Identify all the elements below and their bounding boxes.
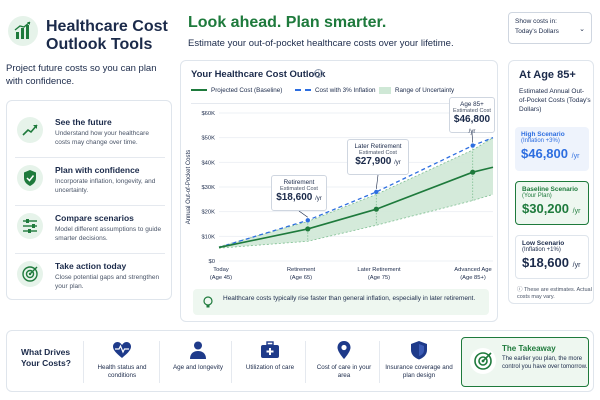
feature-title: See the future xyxy=(55,117,112,127)
lightbulb-icon xyxy=(203,296,213,308)
feature-item: See the future Understand how your healt… xyxy=(13,113,167,157)
chevron-down-icon: ⌄ xyxy=(579,26,585,33)
chart-note: Healthcare costs typically rise faster t… xyxy=(193,289,489,315)
person-icon xyxy=(190,341,206,359)
scenario-low[interactable]: Low Scenario (Inflation +1%) $18,600 /yr xyxy=(515,235,589,279)
cost-drivers-bar: What Drives Your Costs? Health status an… xyxy=(6,330,594,392)
callout-later-retirement: Later Retirement Estimated Cost $27,900 … xyxy=(347,139,409,175)
x-tick-label: Today xyxy=(213,267,229,273)
x-tick-sublabel: (Age 85+) xyxy=(460,275,486,281)
takeaway-title: The Takeaway xyxy=(502,344,556,353)
app-subtitle: Project future costs so you can plan wit… xyxy=(6,63,157,87)
baseline-point xyxy=(305,226,311,232)
feature-desc: Close potential gaps and strengthen your… xyxy=(55,274,160,290)
show-costs-dropdown[interactable]: Show costs in: Today's Dollars ⌄ xyxy=(508,12,592,44)
scenario-baseline[interactable]: Baseline Scenario (Your Plan) $30,200 /y… xyxy=(515,181,589,225)
feature-item: Plan with confidence Incorporate inflati… xyxy=(13,161,167,205)
feature-title: Plan with confidence xyxy=(55,165,140,175)
inflation-point xyxy=(374,189,379,195)
show-costs-label: Show costs in: xyxy=(515,18,557,25)
trend-up-icon xyxy=(17,117,43,143)
inflation-point xyxy=(305,218,310,223)
shield-check-icon xyxy=(17,165,43,191)
chart-card: Your Healthcare Cost Outlook i Projected… xyxy=(180,60,498,322)
feature-title: Compare scenarios xyxy=(55,213,134,223)
drivers-title: What Drives Your Costs? xyxy=(21,347,71,368)
medical-kit-icon xyxy=(261,341,279,358)
page-subheadline: Estimate your out-of-pocket healthcare c… xyxy=(188,38,454,49)
divider xyxy=(15,157,165,158)
inflation-point xyxy=(470,143,475,148)
feature-title: Take action today xyxy=(55,261,127,271)
target-icon xyxy=(470,348,496,374)
target-icon xyxy=(17,261,43,287)
page-headline: Look ahead. Plan smarter. xyxy=(188,14,387,31)
divider xyxy=(231,341,232,383)
x-tick-label: Later Retirement xyxy=(357,267,401,273)
x-tick-sublabel: (Age 65) xyxy=(290,275,312,281)
divider xyxy=(159,341,160,383)
location-icon xyxy=(337,341,351,359)
y-tick-label: $50K xyxy=(201,136,215,142)
y-tick-label: $0 xyxy=(209,259,215,265)
feature-desc: Incorporate inflation, longevity, and un… xyxy=(55,178,156,194)
app-title: Healthcare Cost Outlook Tools xyxy=(46,18,168,53)
shield-icon xyxy=(411,341,427,360)
y-tick-label: $10K xyxy=(201,234,215,240)
y-tick-label: $30K xyxy=(201,185,215,191)
driver-item: Age and longevity xyxy=(165,337,231,387)
scenario-high[interactable]: High Scenario (Inflation +3%) $46,800 /y… xyxy=(515,127,589,171)
takeaway-text: The earlier you plan, the more control y… xyxy=(502,356,588,370)
heart-pulse-icon xyxy=(113,342,131,358)
driver-item: Health status and conditions xyxy=(89,337,155,387)
x-tick-label: Retirement xyxy=(287,267,316,273)
y-axis-label: Annual Out-of-Pocket Costs xyxy=(186,150,192,224)
feature-desc: Model different assumptions to guide sma… xyxy=(55,226,162,242)
divider xyxy=(83,341,84,383)
bar-chart-icon xyxy=(8,16,38,46)
divider xyxy=(305,341,306,383)
divider xyxy=(15,253,165,254)
sliders-icon xyxy=(17,213,43,239)
driver-item: Insurance coverage and plan design xyxy=(381,337,457,387)
y-tick-label: $40K xyxy=(201,160,215,166)
driver-item: Utilization of care xyxy=(237,337,303,387)
feature-item: Compare scenarios Model different assump… xyxy=(13,209,167,253)
baseline-point xyxy=(373,206,379,212)
panel-subtitle: Estimated Annual Out-of-Pocket Costs (To… xyxy=(519,88,591,113)
brand: Healthcare Cost Outlook Tools xyxy=(6,8,176,58)
divider xyxy=(15,205,165,206)
y-tick-label: $20K xyxy=(201,210,215,216)
baseline-point xyxy=(470,169,476,175)
callout-retirement: Retirement Estimated Cost $18,600 /yr xyxy=(271,175,327,211)
divider xyxy=(379,341,380,383)
show-costs-value: Today's Dollars xyxy=(515,28,559,35)
panel-title: At Age 85+ xyxy=(519,69,576,81)
age-85-panel: At Age 85+ Estimated Annual Out-of-Pocke… xyxy=(508,60,594,304)
takeaway-card: The Takeaway The earlier you plan, the m… xyxy=(461,337,589,387)
x-tick-sublabel: (Age 75) xyxy=(368,275,390,281)
x-tick-label: Advanced Age xyxy=(454,267,491,273)
feature-list: See the future Understand how your healt… xyxy=(6,100,172,300)
feature-desc: Understand how your healthcare costs may… xyxy=(55,130,149,146)
x-tick-sublabel: (Age 45) xyxy=(210,275,232,281)
driver-item: Cost of care in your area xyxy=(311,337,377,387)
feature-item: Take action today Close potential gaps a… xyxy=(13,257,167,301)
panel-footnote: ⓘ These are estimates. Actual costs may … xyxy=(517,287,592,300)
y-tick-label: $60K xyxy=(201,111,215,117)
callout-age-85: Age 85+ Estimated Cost $46,800 /yr xyxy=(449,97,495,135)
